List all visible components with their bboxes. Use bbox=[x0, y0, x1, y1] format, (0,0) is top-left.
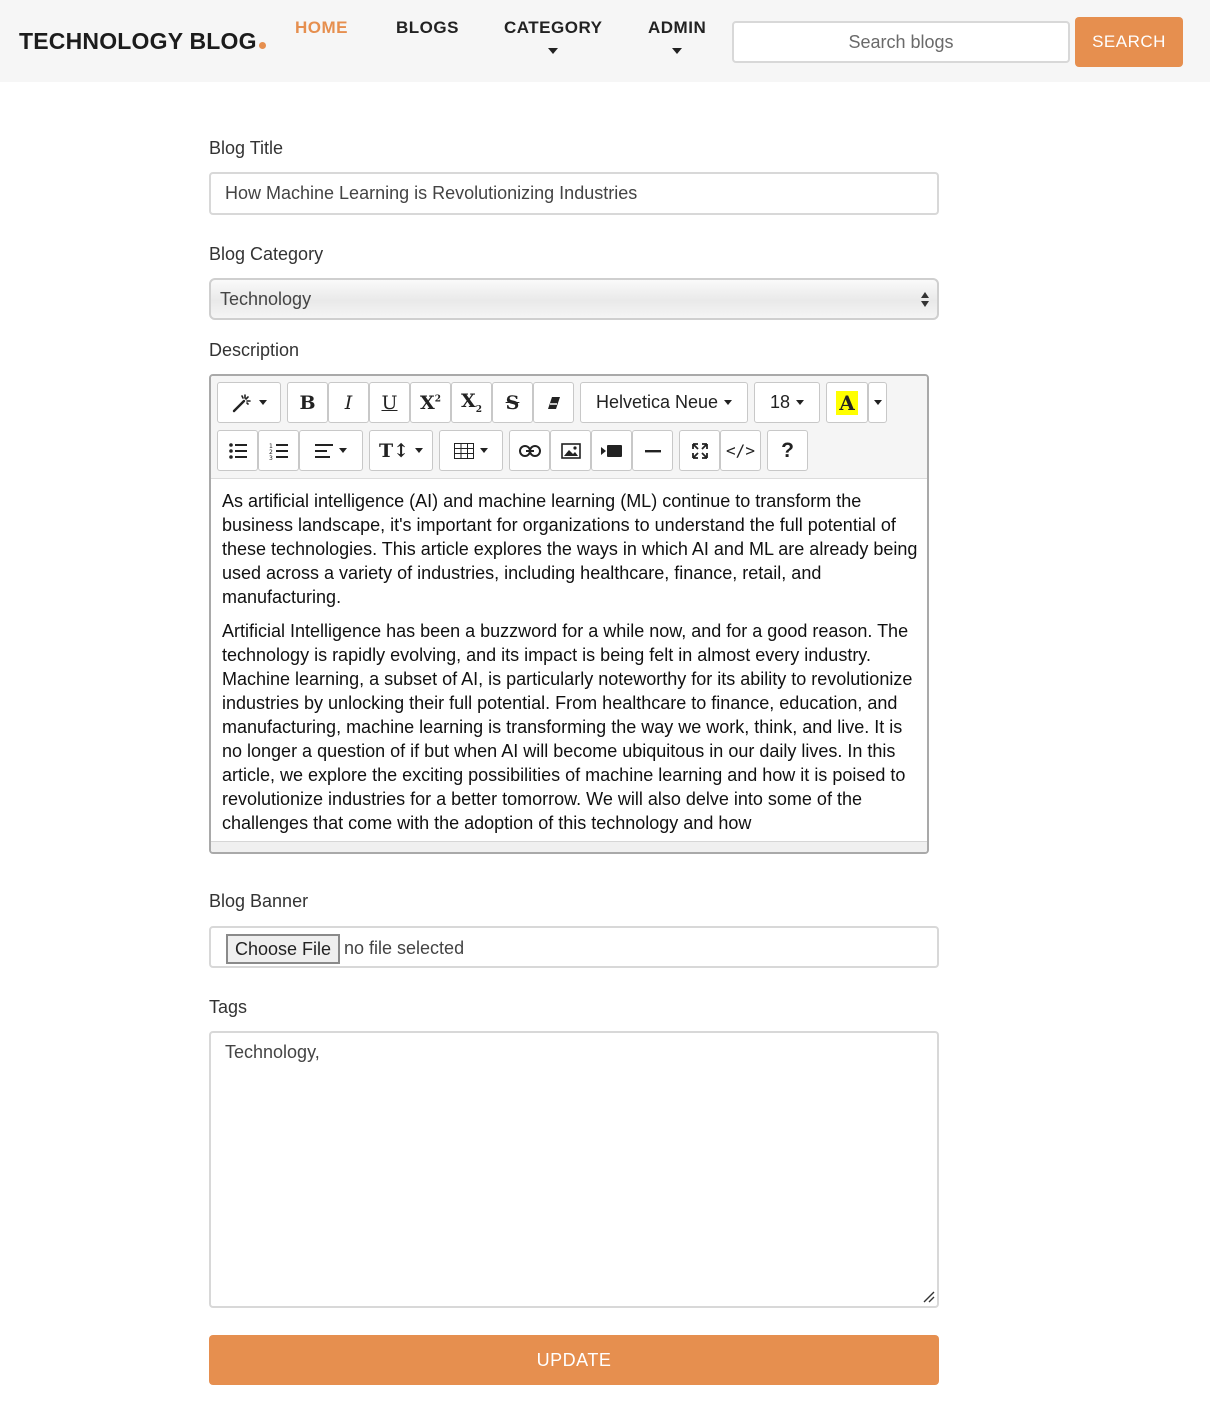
underline-button[interactable]: U bbox=[369, 382, 410, 423]
chevron-down-icon bbox=[480, 448, 488, 453]
align-left-icon bbox=[315, 443, 333, 458]
table-icon bbox=[454, 442, 474, 459]
blog-title-input[interactable] bbox=[209, 172, 939, 215]
tags-label: Tags bbox=[209, 997, 248, 1017]
color-dropdown-button[interactable] bbox=[868, 382, 887, 423]
insert-picture-button[interactable] bbox=[550, 430, 591, 471]
insert-link-button[interactable] bbox=[509, 430, 550, 471]
update-button[interactable]: UPDATE bbox=[209, 1335, 939, 1385]
horizontal-rule-button[interactable] bbox=[632, 430, 673, 471]
font-name-dropdown[interactable]: Helvetica Neue bbox=[580, 382, 748, 423]
blog-title-label: Blog Title bbox=[209, 138, 284, 158]
chevron-down-icon bbox=[873, 400, 882, 405]
nav-category-label: CATEGORY bbox=[504, 18, 603, 37]
brand-name: TECHNOLOGY BLOG bbox=[19, 28, 257, 54]
nav-blogs[interactable]: BLOGS bbox=[396, 18, 459, 38]
paragraph-align-button[interactable] bbox=[299, 430, 363, 471]
table-button[interactable] bbox=[439, 430, 503, 471]
font-name-value: Helvetica Neue bbox=[595, 392, 719, 412]
ordered-list-button[interactable]: 123 bbox=[258, 430, 299, 471]
editor-paragraph: As artificial intelligence (AI) and mach… bbox=[222, 491, 918, 607]
chevron-down-icon bbox=[796, 400, 805, 405]
help-button[interactable]: ? bbox=[767, 430, 808, 471]
underline-icon: U bbox=[381, 391, 398, 414]
chevron-down-icon bbox=[672, 48, 683, 54]
editor-paragraph: Artificial Intelligence has been a buzzw… bbox=[222, 621, 913, 833]
horizontal-rule-icon bbox=[644, 449, 661, 452]
question-icon: ? bbox=[781, 438, 794, 462]
nav-admin[interactable]: ADMIN bbox=[648, 18, 706, 54]
resize-handle-icon[interactable] bbox=[921, 1289, 935, 1303]
blog-category-label: Blog Category bbox=[209, 244, 324, 264]
nav-category[interactable]: CATEGORY bbox=[504, 18, 602, 54]
brand-dot bbox=[258, 42, 266, 49]
blog-category-select[interactable]: Technology bbox=[209, 278, 939, 320]
fullscreen-button[interactable] bbox=[679, 430, 720, 471]
nav-admin-label: ADMIN bbox=[648, 18, 707, 37]
search-button[interactable]: SEARCH bbox=[1075, 17, 1183, 67]
top-navbar: TECHNOLOGY BLOG HOME BLOGS CATEGORY ADMI… bbox=[0, 0, 1210, 82]
clear-format-button[interactable] bbox=[533, 382, 574, 423]
strikethrough-icon: S bbox=[505, 391, 520, 414]
text-color-button[interactable]: A bbox=[826, 382, 868, 423]
search-input[interactable] bbox=[732, 21, 1070, 63]
chevron-down-icon bbox=[548, 48, 559, 54]
magic-wand-icon bbox=[232, 393, 251, 412]
choose-file-button[interactable]: Choose File bbox=[226, 934, 341, 964]
tags-textarea[interactable]: Technology, bbox=[209, 1031, 939, 1308]
unordered-list-button[interactable] bbox=[217, 430, 258, 471]
superscript-button[interactable]: X2 bbox=[410, 382, 451, 423]
description-label: Description bbox=[209, 340, 300, 360]
eraser-icon bbox=[547, 396, 560, 409]
bullet-list-icon bbox=[228, 442, 247, 459]
text-color-icon: A bbox=[836, 390, 858, 415]
code-icon: </> bbox=[726, 441, 755, 460]
blog-banner-file-input: Choose File no file selected bbox=[209, 926, 939, 968]
expand-icon bbox=[691, 442, 708, 459]
chevron-down-icon bbox=[724, 400, 733, 405]
strikethrough-button[interactable]: S bbox=[492, 382, 533, 423]
editor-content[interactable]: As artificial intelligence (AI) and mach… bbox=[222, 489, 922, 845]
editor-resize-bar[interactable] bbox=[211, 841, 927, 852]
code-view-button[interactable]: </> bbox=[720, 430, 761, 471]
chevron-down-icon bbox=[415, 448, 424, 453]
superscript-icon: X2 bbox=[419, 391, 441, 414]
chevron-down-icon bbox=[259, 400, 267, 405]
picture-icon bbox=[560, 442, 581, 459]
italic-icon: I bbox=[344, 391, 353, 414]
bold-button[interactable]: B bbox=[287, 382, 328, 423]
select-arrows-icon bbox=[921, 292, 929, 307]
svg-text:3: 3 bbox=[269, 455, 273, 460]
file-status-text: no file selected bbox=[344, 938, 465, 958]
text-height-icon: T↕ bbox=[378, 439, 410, 462]
blog-category-value: Technology bbox=[220, 289, 312, 309]
chevron-down-icon bbox=[339, 448, 347, 453]
font-size-dropdown[interactable]: 18 bbox=[754, 382, 820, 423]
font-size-value: 18 bbox=[769, 392, 791, 412]
italic-button[interactable]: I bbox=[328, 382, 369, 423]
nav-home[interactable]: HOME bbox=[295, 18, 348, 38]
subscript-icon: X2 bbox=[460, 390, 482, 415]
line-height-button[interactable]: T↕ bbox=[369, 430, 433, 471]
insert-video-button[interactable] bbox=[591, 430, 632, 471]
editor-toolbar: B I U X2 X2 S Helvetica Neue 18 A 123 T↕… bbox=[211, 376, 927, 479]
subscript-button[interactable]: X2 bbox=[451, 382, 492, 423]
magic-style-button[interactable] bbox=[217, 382, 281, 423]
bold-icon: B bbox=[299, 391, 316, 414]
numbered-list-icon: 123 bbox=[269, 443, 288, 460]
rich-text-editor: B I U X2 X2 S Helvetica Neue 18 A 123 T↕… bbox=[209, 374, 929, 854]
blog-banner-label: Blog Banner bbox=[209, 891, 309, 911]
link-icon bbox=[518, 444, 541, 457]
brand-logo[interactable]: TECHNOLOGY BLOG bbox=[19, 28, 266, 55]
video-icon bbox=[600, 444, 622, 457]
